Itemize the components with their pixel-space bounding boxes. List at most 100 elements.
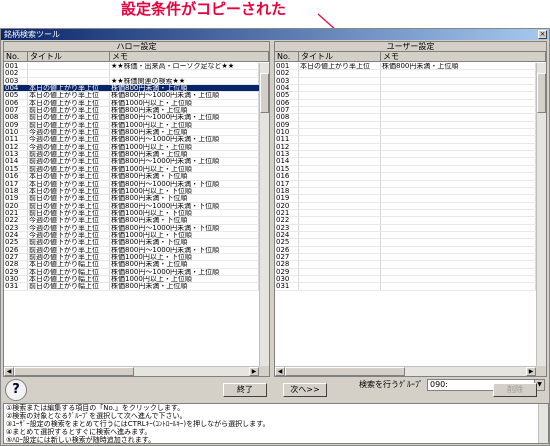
user-settings-caption: ユーザー設定 (275, 42, 546, 52)
table-row[interactable]: 028 (275, 261, 536, 269)
table-row[interactable]: 024 (275, 231, 536, 240)
user-horizontal-scrollbar[interactable]: ◀ ▶ (275, 366, 536, 376)
row-no: 020 (275, 202, 299, 209)
table-row[interactable]: 030 本日の値上がり幅上位 株価1000円以上・上位順 (4, 275, 259, 284)
row-memo (381, 129, 536, 136)
table-row[interactable]: 012 今週の値上がり率上位 株価1000円以上・上位順 (4, 143, 259, 152)
table-row[interactable]: 013 前週の値上がり率上位 株価800円未満・上位順 (4, 151, 259, 159)
table-row[interactable]: 030 (275, 275, 536, 284)
row-title (299, 92, 381, 99)
col-memo-header[interactable]: メモ (381, 52, 546, 61)
table-row[interactable]: 016 (275, 173, 536, 181)
table-row[interactable]: 018 本日の値下がり率上位 株価1000円以上・下位順 (4, 187, 259, 196)
table-row[interactable]: 005 (275, 92, 536, 100)
scroll-thumb[interactable] (537, 73, 546, 113)
scroll-right-arrow-icon[interactable]: ▶ (249, 367, 259, 376)
row-no: 031 (275, 283, 299, 290)
table-row[interactable]: 007 前日の値上がり率上位 株価800円未満・上位順 (4, 107, 259, 115)
scroll-thumb[interactable] (285, 367, 405, 376)
table-row[interactable]: 023 (275, 224, 536, 232)
table-row[interactable]: 025 前週の値下がり率上位 株価800円未満・下位順 (4, 239, 259, 247)
table-row[interactable]: 022 今週の値下がり率上位 株価800円未満・下位順 (4, 217, 259, 225)
table-row[interactable]: 014 (275, 158, 536, 166)
table-row[interactable]: 003 ★★株価関連の検索★★ (4, 77, 259, 86)
table-row[interactable]: 002 (275, 70, 536, 78)
scroll-right-arrow-icon[interactable]: ▶ (526, 367, 536, 376)
table-row[interactable]: 014 前週の値上がり率上位 株価800円～1000円未満・上位順 (4, 158, 259, 166)
delete-button[interactable]: 削除 (493, 383, 537, 397)
table-row[interactable]: 017 (275, 180, 536, 188)
table-row[interactable]: 017 本日の値下がり率上位 株価800円～1000円未満・下位順 (4, 180, 259, 188)
table-row[interactable]: 018 (275, 187, 536, 196)
col-no-header[interactable]: No. (4, 52, 28, 61)
hello-horizontal-scrollbar[interactable]: ◀ ▶ (4, 366, 259, 376)
table-row[interactable]: 029 本日の値上がり幅上位 株価800円～1000円未満・上位順 (4, 268, 259, 276)
table-row[interactable]: 006 (275, 99, 536, 108)
table-row[interactable]: 024 今週の値下がり率上位 株価1000円以上・下位順 (4, 231, 259, 240)
table-row[interactable]: 012 (275, 143, 536, 152)
table-row[interactable]: 008 前日の値上がり率上位 株価800円～1000円未満・上位順 (4, 114, 259, 122)
table-row[interactable]: 019 前日の値下がり率上位 株価800円未満・下位順 (4, 195, 259, 203)
instructions-scrollbar[interactable] (538, 404, 548, 443)
table-row[interactable]: 001 本日の値上がり率上位 株価800円未満・上位順 (275, 63, 536, 71)
table-row[interactable]: 011 今週の値上がり率上位 株価800円～1000円未満・上位順 (4, 136, 259, 144)
table-row[interactable]: 015 前週の値上がり率上位 株価1000円以上・上位順 (4, 165, 259, 174)
table-row[interactable]: 009 前日の値上がり率上位 株価1000円以上・上位順 (4, 121, 259, 130)
table-row[interactable]: 001 ★★株価・出来高・ローソク足など★★ (4, 63, 259, 71)
scroll-thumb[interactable] (260, 73, 269, 113)
next-button[interactable]: 次へ>> (283, 383, 327, 397)
help-button[interactable]: ? (5, 379, 27, 401)
table-row[interactable]: 009 (275, 121, 536, 130)
table-row[interactable]: 013 (275, 151, 536, 159)
row-no: 029 (275, 268, 299, 275)
table-row[interactable]: 027 前週の値下がり率上位 株価1000円以上・下位順 (4, 253, 259, 262)
table-row[interactable]: 002 (4, 70, 259, 78)
table-row[interactable]: 016 本日の値下がり率上位 株価800円未満・下位順 (4, 173, 259, 181)
table-row[interactable]: 020 前日の値下がり率上位 株価800円～1000円未満・下位順 (4, 202, 259, 210)
table-row[interactable]: 019 (275, 195, 536, 203)
table-row[interactable]: 007 (275, 107, 536, 115)
table-row[interactable]: 010 (275, 129, 536, 137)
row-no: 006 (4, 99, 28, 107)
user-vertical-scrollbar[interactable] (536, 63, 546, 366)
scroll-left-arrow-icon[interactable]: ◀ (275, 367, 285, 376)
table-row[interactable]: 010 今週の値上がり率上位 株価800円未満・上位順 (4, 129, 259, 137)
table-row[interactable]: 028 本日の値上がり幅上位 株価800円未満・上位順 (4, 261, 259, 269)
table-row[interactable]: 022 (275, 217, 536, 225)
table-row[interactable]: 020 (275, 202, 536, 210)
col-memo-header[interactable]: メモ (110, 52, 269, 61)
table-row[interactable]: 026 前週の値下がり率上位 株価800円～1000円未満・下位順 (4, 246, 259, 254)
table-row[interactable]: 005 本日の値上がり率上位 株価800円～1000円未満・上位順 (4, 92, 259, 100)
table-row[interactable]: 011 (275, 136, 536, 144)
col-title-header[interactable]: タイトル (299, 52, 381, 61)
table-row[interactable]: 004 本日の値上がり率上位 株価800円未満・上位順 (4, 85, 259, 93)
table-row[interactable]: 021 前日の値下がり率上位 株価1000円以上・下位順 (4, 209, 259, 218)
row-title (299, 77, 381, 85)
row-memo (381, 158, 536, 165)
table-row[interactable]: 025 (275, 239, 536, 247)
col-no-header[interactable]: No. (275, 52, 299, 61)
table-row[interactable]: 031 前日の値上がり幅上位 株価800円未満・上位順 (4, 283, 259, 291)
done-button[interactable]: 終了 (223, 383, 267, 397)
col-title-header[interactable]: タイトル (28, 52, 110, 61)
table-row[interactable]: 026 (275, 246, 536, 254)
table-row[interactable]: 023 今週の値下がり率上位 株価800円～1000円未満・下位順 (4, 224, 259, 232)
close-button[interactable]: × (538, 30, 547, 39)
scroll-left-arrow-icon[interactable]: ◀ (4, 367, 14, 376)
scroll-thumb[interactable] (14, 367, 134, 376)
table-row[interactable]: 015 (275, 165, 536, 174)
table-row[interactable]: 031 (275, 283, 536, 291)
table-row[interactable]: 006 本日の値上がり率上位 株価1000円以上・上位順 (4, 99, 259, 108)
row-title (299, 187, 381, 195)
table-row[interactable]: 008 (275, 114, 536, 122)
table-row[interactable]: 004 (275, 85, 536, 93)
table-row[interactable]: 029 (275, 268, 536, 276)
table-row[interactable]: 021 (275, 209, 536, 218)
row-memo (381, 217, 536, 224)
row-title: 今週の値上がり率上位 (28, 136, 110, 143)
row-title: 前日の値上がり幅上位 (28, 283, 110, 290)
hello-vertical-scrollbar[interactable] (259, 63, 269, 366)
table-row[interactable]: 027 (275, 253, 536, 262)
row-no: 030 (275, 275, 299, 283)
table-row[interactable]: 003 (275, 77, 536, 86)
